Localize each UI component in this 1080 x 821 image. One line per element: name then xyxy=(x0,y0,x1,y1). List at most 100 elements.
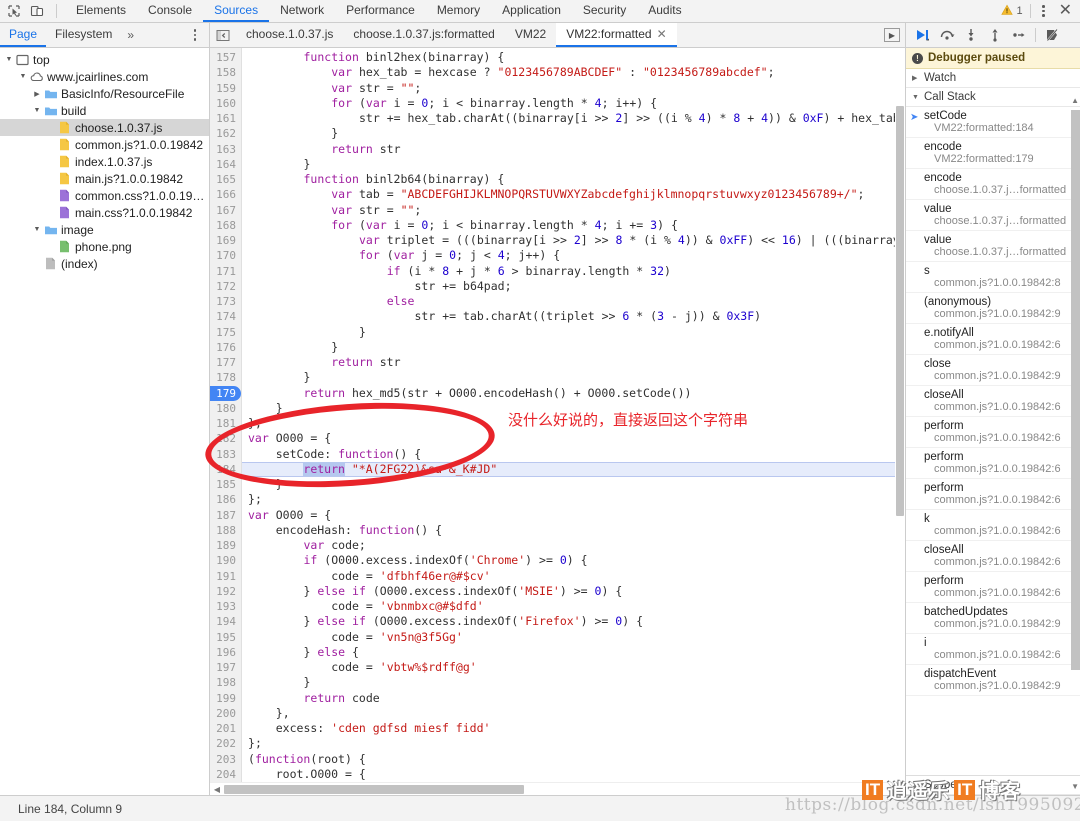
code-content[interactable]: function binl2hex(binarray) { var hex_ta… xyxy=(242,48,905,782)
line-number[interactable]: 168 xyxy=(210,218,241,233)
tab-sources[interactable]: Sources xyxy=(203,0,270,22)
file-tree-item[interactable]: common.js?1.0.0.19842 xyxy=(0,136,209,153)
call-stack-item[interactable]: value choose.1.0.37.j…formatted xyxy=(906,200,1080,231)
code-line[interactable]: return str xyxy=(242,355,905,370)
line-number[interactable]: 174 xyxy=(210,309,241,324)
code-line[interactable]: var code; xyxy=(242,538,905,553)
code-line[interactable]: code = 'vbnmbxc@#$dfd' xyxy=(242,599,905,614)
line-number[interactable]: 167 xyxy=(210,203,241,218)
line-number[interactable]: 199 xyxy=(210,691,241,706)
editor-tab-vm22-formatted[interactable]: VM22:formatted ✕ xyxy=(556,23,677,47)
line-number[interactable]: 161 xyxy=(210,111,241,126)
line-number[interactable]: 171 xyxy=(210,264,241,279)
code-line[interactable]: encodeHash: function() { xyxy=(242,523,905,538)
line-number[interactable]: 190 xyxy=(210,553,241,568)
line-number[interactable]: 197 xyxy=(210,660,241,675)
call-stack-item[interactable]: ➤ setCode VM22:formatted:184 xyxy=(906,107,1080,138)
call-stack-item[interactable]: (anonymous) common.js?1.0.0.19842:9 xyxy=(906,293,1080,324)
line-number[interactable]: 184 xyxy=(210,462,241,477)
code-line[interactable]: var O000 = { xyxy=(242,431,905,446)
code-vertical-scrollbar[interactable] xyxy=(895,48,905,782)
navigator-more-tabs-icon[interactable]: » xyxy=(121,23,140,47)
scope-section-header[interactable]: ▼ Scope xyxy=(906,775,1080,795)
scroll-up-icon[interactable]: ▲ xyxy=(1071,96,1079,105)
watch-section-header[interactable]: ▶ Watch xyxy=(906,69,1080,88)
more-options-icon[interactable] xyxy=(1038,5,1050,17)
code-line[interactable]: var triplet = (((binarray[i >> 2] >> 8 *… xyxy=(242,233,905,248)
line-number[interactable]: 159 xyxy=(210,81,241,96)
call-stack-item[interactable]: i common.js?1.0.0.19842:6 xyxy=(906,634,1080,665)
code-line[interactable]: } xyxy=(242,477,905,492)
file-tree-item[interactable]: index.1.0.37.js xyxy=(0,153,209,170)
line-number-gutter[interactable]: 157 158 159 160 161 162 163 164 165 166 167 168 169 1… xyxy=(210,48,242,782)
code-line[interactable]: }, xyxy=(242,706,905,721)
code-line[interactable]: str += b64pad; xyxy=(242,279,905,294)
code-line[interactable]: else xyxy=(242,294,905,309)
code-line[interactable]: code = 'vn5n@3f5Gg' xyxy=(242,630,905,645)
navigator-tab-page[interactable]: Page xyxy=(0,23,47,47)
line-number[interactable]: 173 xyxy=(210,294,241,309)
code-line[interactable]: str += tab.charAt((triplet >> 6 * (3 - j… xyxy=(242,309,905,324)
line-number[interactable]: 191 xyxy=(210,569,241,584)
tab-network[interactable]: Network xyxy=(269,0,335,22)
line-number[interactable]: 196 xyxy=(210,645,241,660)
close-icon[interactable]: ✕ xyxy=(1057,3,1074,19)
code-line[interactable]: for (var i = 0; i < binarray.length * 4;… xyxy=(242,96,905,111)
show-navigator-icon[interactable] xyxy=(210,23,236,47)
step-out-of-current-function-button[interactable] xyxy=(984,25,1006,46)
editor-tab-choose-1-0-37-js[interactable]: choose.1.0.37.js xyxy=(236,23,343,47)
line-number[interactable]: 187 xyxy=(210,508,241,523)
tab-console[interactable]: Console xyxy=(137,0,203,22)
call-stack-item[interactable]: perform common.js?1.0.0.19842:6 xyxy=(906,572,1080,603)
line-number[interactable]: 201 xyxy=(210,721,241,736)
code-line[interactable]: return "*A(2FG22)&sa*&_K#JD" xyxy=(242,461,905,477)
call-stack-section-header[interactable]: ▼ Call Stack xyxy=(906,88,1080,107)
file-tree-item[interactable]: common.css?1.0.0.19842 xyxy=(0,187,209,204)
line-number[interactable]: 175 xyxy=(210,325,241,340)
code-line[interactable]: code = 'vbtw%$rdff@g' xyxy=(242,660,905,675)
line-number[interactable]: 183 xyxy=(210,447,241,462)
call-stack-item[interactable]: closeAll common.js?1.0.0.19842:6 xyxy=(906,541,1080,572)
code-line[interactable]: } xyxy=(242,675,905,690)
code-line[interactable]: } xyxy=(242,401,905,416)
code-line[interactable]: str += hex_tab.charAt((binarray[i >> 2] … xyxy=(242,111,905,126)
sidebar-vertical-scrollbar[interactable]: ▲ xyxy=(1071,96,1080,769)
tab-application[interactable]: Application xyxy=(491,0,572,22)
file-tree-item[interactable]: main.css?1.0.0.19842 xyxy=(0,204,209,221)
call-stack-item[interactable]: closeAll common.js?1.0.0.19842:6 xyxy=(906,386,1080,417)
line-number[interactable]: 198 xyxy=(210,675,241,690)
call-stack-item[interactable]: s common.js?1.0.0.19842:8 xyxy=(906,262,1080,293)
code-line[interactable]: return hex_md5(str + O000.encodeHash() +… xyxy=(242,386,905,401)
file-tree-item[interactable]: choose.1.0.37.js xyxy=(0,119,209,136)
line-number[interactable]: 180 xyxy=(210,401,241,416)
hscroll-thumb[interactable] xyxy=(224,784,524,794)
navigator-tab-filesystem[interactable]: Filesystem xyxy=(46,23,121,47)
code-horizontal-scrollbar[interactable]: ◀ xyxy=(210,782,905,795)
file-tree-item[interactable]: phone.png xyxy=(0,238,209,255)
file-tree-item[interactable]: main.js?1.0.0.19842 xyxy=(0,170,209,187)
line-number[interactable]: 178 xyxy=(210,370,241,385)
line-number[interactable]: 158 xyxy=(210,65,241,80)
file-tree-item[interactable]: ▼ build xyxy=(0,102,209,119)
line-number[interactable]: 164 xyxy=(210,157,241,172)
line-number[interactable]: 193 xyxy=(210,599,241,614)
code-line[interactable]: var O000 = { xyxy=(242,508,905,523)
file-tree-item[interactable]: ▶ BasicInfo/ResourceFile xyxy=(0,85,209,102)
line-number[interactable]: 177 xyxy=(210,355,241,370)
call-stack-item[interactable]: perform common.js?1.0.0.19842:6 xyxy=(906,417,1080,448)
line-number[interactable]: 203 xyxy=(210,752,241,767)
code-line[interactable]: } xyxy=(242,126,905,141)
step-button[interactable] xyxy=(1008,25,1030,46)
code-line[interactable]: if (O000.excess.indexOf('Chrome') >= 0) … xyxy=(242,553,905,568)
navigator-file-tree[interactable]: ▼ top ▼ www.jcairlines.com ▶ BasicInfo/Resour… xyxy=(0,48,210,795)
tab-security[interactable]: Security xyxy=(572,0,637,22)
code-line[interactable]: excess: 'cden gdfsd miesf fidd' xyxy=(242,721,905,736)
line-number[interactable]: 179 xyxy=(210,385,241,401)
line-number[interactable]: 162 xyxy=(210,126,241,141)
step-into-next-function-call-button[interactable] xyxy=(960,25,982,46)
call-stack-item[interactable]: value choose.1.0.37.j…formatted xyxy=(906,231,1080,262)
tab-audits[interactable]: Audits xyxy=(637,0,692,22)
code-line[interactable]: return str xyxy=(242,142,905,157)
device-toolbar-icon[interactable] xyxy=(29,4,44,19)
code-line[interactable]: (function(root) { xyxy=(242,752,905,767)
